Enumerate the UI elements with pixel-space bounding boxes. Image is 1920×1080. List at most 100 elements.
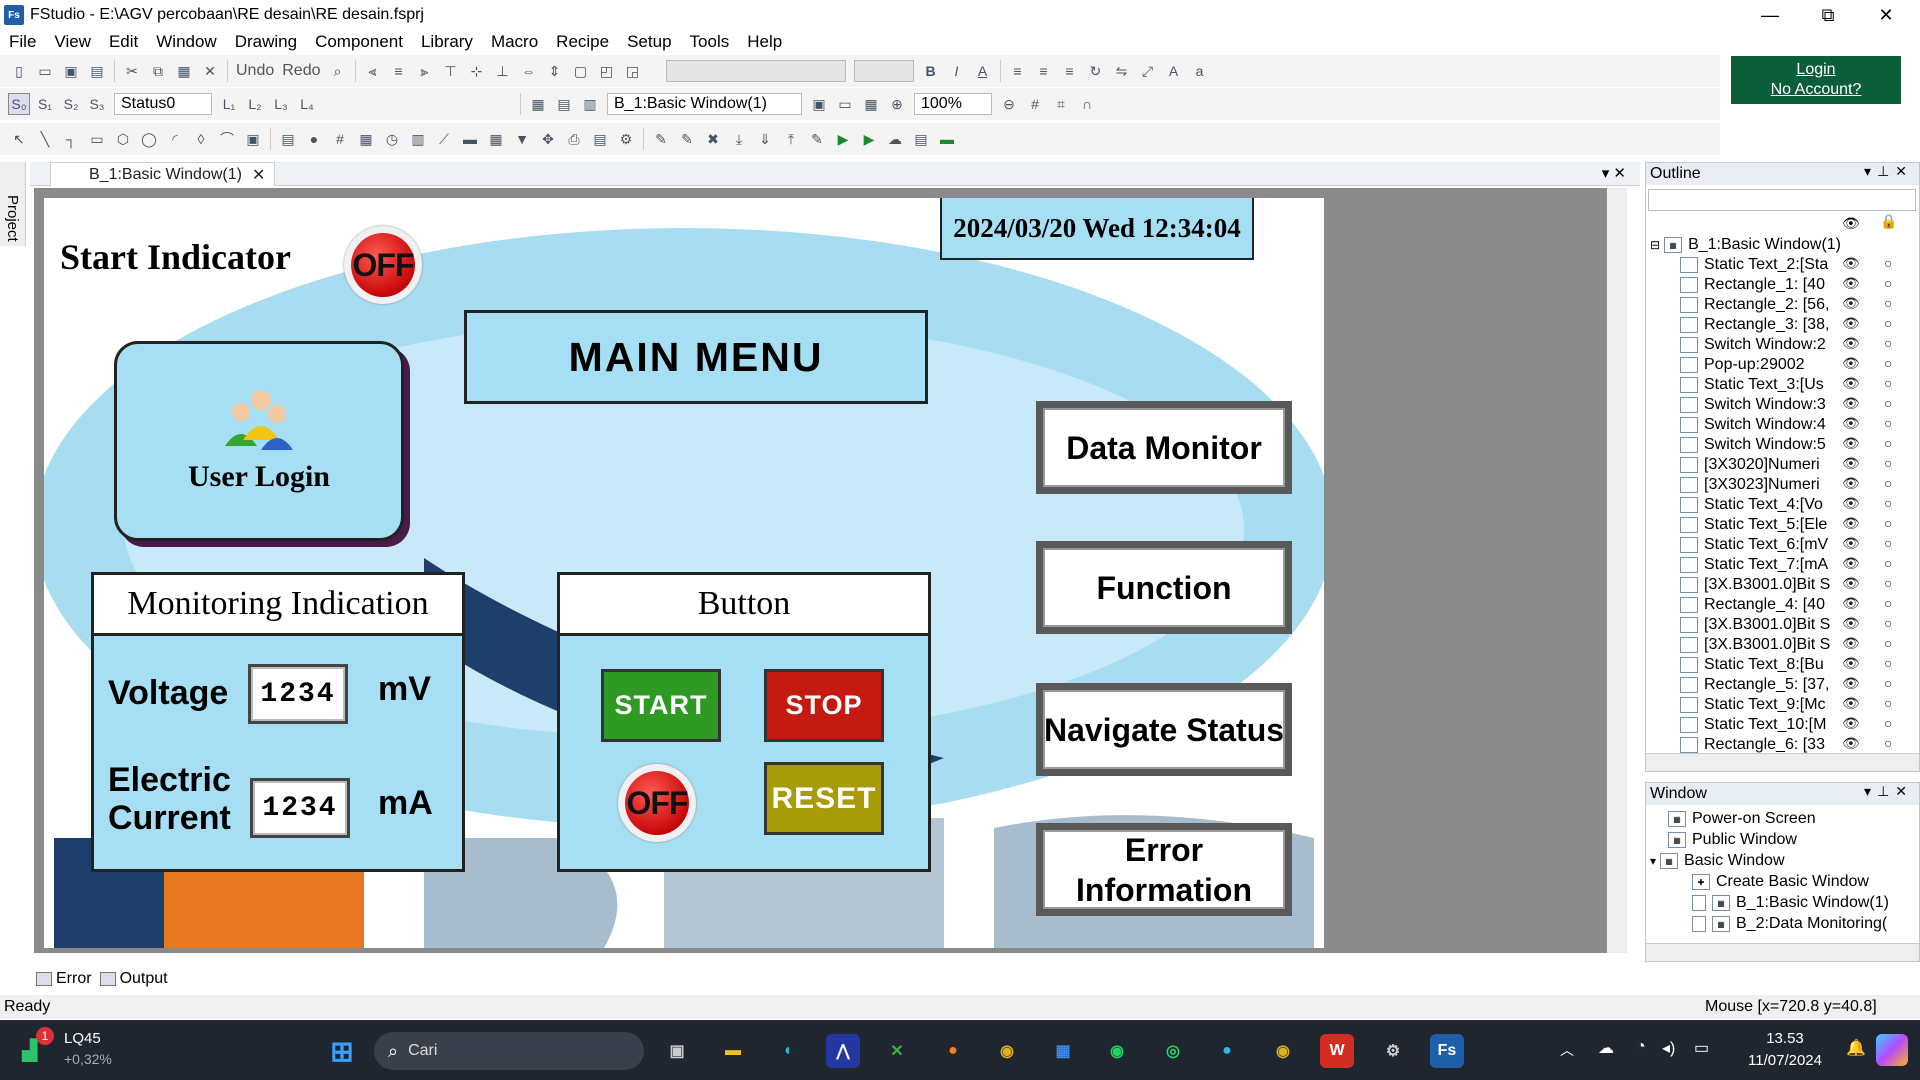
visibility-eye-icon[interactable]: 👁	[1842, 475, 1860, 492]
visibility-eye-icon[interactable]: 👁	[1842, 555, 1860, 572]
state-s1-icon[interactable]: S₁	[34, 93, 56, 115]
clock-icon[interactable]: ◷	[381, 128, 403, 150]
collapse-icon[interactable]: ⊟	[1650, 238, 1660, 252]
table-icon[interactable]: ▦	[485, 128, 507, 150]
align-right-icon[interactable]: ⫸	[414, 60, 436, 82]
visibility-eye-icon[interactable]: 👁	[1842, 455, 1860, 472]
window-tree-item[interactable]: ▦ B_2:Data Monitoring(	[1692, 914, 1887, 934]
window-combo[interactable]: B_1:Basic Window(1)	[607, 93, 802, 115]
paste-icon[interactable]: ▦	[173, 60, 195, 82]
menu-edit[interactable]: Edit	[100, 32, 147, 52]
tab-basic-window-1[interactable]: B_1:Basic Window(1) ✕	[50, 162, 275, 186]
text-align-left-icon[interactable]: ≡	[1007, 60, 1029, 82]
text-align-center-icon[interactable]: ≡	[1033, 60, 1055, 82]
lock-toggle-icon[interactable]: ○	[1884, 555, 1900, 571]
outline-filter-input[interactable]	[1648, 189, 1916, 211]
align-middle-icon[interactable]: ⊹	[466, 60, 488, 82]
visibility-eye-icon[interactable]: 👁	[1842, 355, 1860, 372]
group-icon[interactable]: ▢	[570, 60, 592, 82]
italic-icon[interactable]: I	[946, 60, 968, 82]
visibility-eye-icon[interactable]: 👁	[1842, 275, 1860, 292]
outline-item[interactable]: Static Text_9:[Mc	[1680, 695, 1840, 715]
lock-toggle-icon[interactable]: ○	[1884, 395, 1900, 411]
lock-toggle-icon[interactable]: ○	[1884, 635, 1900, 651]
resize-icon[interactable]: ⤢	[1137, 60, 1159, 82]
lock-toggle-icon[interactable]: ○	[1884, 455, 1900, 471]
lock-toggle-icon[interactable]: ○	[1884, 595, 1900, 611]
lock-toggle-icon[interactable]: ○	[1884, 695, 1900, 711]
outline-item[interactable]: Static Text_3:[Us	[1680, 375, 1840, 395]
magnet-icon[interactable]: ∩	[1076, 93, 1098, 115]
outline-item[interactable]: Static Text_10:[M	[1680, 715, 1840, 735]
visibility-eye-icon[interactable]: 👁	[1842, 615, 1860, 632]
offline-sim-icon[interactable]: ▶	[832, 128, 854, 150]
lock-toggle-icon[interactable]: ○	[1884, 715, 1900, 731]
align-center-icon[interactable]: ≡	[388, 60, 410, 82]
visual-studio-icon[interactable]: ⋀	[826, 1034, 860, 1068]
window-panel-scrollbar[interactable]	[1646, 943, 1919, 961]
lock-toggle-icon[interactable]: ○	[1884, 655, 1900, 671]
online-sim-icon[interactable]: ▶	[858, 128, 880, 150]
window-tree-item[interactable]: ▦ Public Window	[1668, 830, 1797, 850]
clock-date[interactable]: 11/07/2024	[1735, 1052, 1835, 1069]
outline-item[interactable]: Switch Window:2	[1680, 335, 1840, 355]
outline-item[interactable]: Pop-up:29002	[1680, 355, 1840, 375]
font-color-icon[interactable]: A	[972, 60, 994, 82]
lock-toggle-icon[interactable]: ○	[1884, 615, 1900, 631]
error-information-button[interactable]: Error Information	[1036, 823, 1292, 916]
font-combo[interactable]	[665, 60, 846, 82]
lock-toggle-icon[interactable]: ○	[1884, 415, 1900, 431]
visibility-eye-icon[interactable]: 👁	[1842, 295, 1860, 312]
bold-icon[interactable]: B	[920, 60, 942, 82]
window-tree-item[interactable]: ▾ ▦ Basic Window	[1650, 851, 1785, 871]
csv-icon[interactable]: ▤	[910, 128, 932, 150]
wifi-icon[interactable]: ◔	[1636, 1038, 1646, 1056]
snap-icon[interactable]: ⌗	[1050, 93, 1072, 115]
lock-toggle-icon[interactable]: ○	[1884, 515, 1900, 531]
outline-item[interactable]: Rectangle_2: [56,	[1680, 295, 1840, 315]
lock-toggle-icon[interactable]: ○	[1884, 435, 1900, 451]
minimize-button[interactable]: —	[1742, 0, 1798, 30]
find-icon[interactable]: ⌕	[327, 60, 349, 82]
flip-icon[interactable]: ⇋	[1111, 60, 1133, 82]
visibility-eye-icon[interactable]: 👁	[1842, 535, 1860, 552]
bring-front-icon[interactable]: ◰	[596, 60, 618, 82]
menu-drawing[interactable]: Drawing	[226, 32, 306, 52]
outline-item[interactable]: Static Text_8:[Bu	[1680, 655, 1840, 675]
onedrive-icon[interactable]: ☁	[1598, 1038, 1614, 1058]
windows-start-icon[interactable]: ⊞	[325, 1034, 359, 1068]
visibility-eye-icon[interactable]: 👁	[1842, 635, 1860, 652]
lock-toggle-icon[interactable]: ○	[1884, 315, 1900, 331]
panel-controls-icon[interactable]: ▾⊥✕	[1864, 783, 1913, 800]
no-account-link[interactable]: No Account?	[1731, 80, 1901, 100]
output-tab[interactable]: Output	[99, 970, 168, 988]
font-smaller-icon[interactable]: a	[1189, 60, 1211, 82]
outline-item[interactable]: Static Text_5:[Ele	[1680, 515, 1840, 535]
visibility-eye-icon[interactable]: 👁	[1842, 715, 1860, 732]
zoom-in-icon[interactable]: ⊕	[886, 93, 908, 115]
close-window-button[interactable]: ✕	[1858, 0, 1914, 30]
visibility-eye-icon[interactable]: 👁	[1842, 375, 1860, 392]
battery-icon[interactable]: ▬	[936, 128, 958, 150]
redo-button[interactable]: Redo	[282, 62, 320, 80]
reset-button[interactable]: RESET	[764, 762, 884, 835]
project-side-tab[interactable]: Project	[0, 162, 26, 246]
copilot-icon[interactable]	[1876, 1034, 1908, 1066]
lock-toggle-icon[interactable]: ○	[1884, 355, 1900, 371]
visibility-eye-icon[interactable]: 👁	[1842, 255, 1860, 272]
lock-toggle-icon[interactable]: ○	[1884, 575, 1900, 591]
navigate-status-button[interactable]: Navigate Status	[1036, 683, 1292, 776]
function-button[interactable]: Function	[1036, 541, 1292, 634]
polygon-tool-icon[interactable]: ⬡	[112, 128, 134, 150]
font-larger-icon[interactable]: A	[1163, 60, 1185, 82]
visibility-eye-icon[interactable]: 👁	[1842, 315, 1860, 332]
chrome-profile-icon[interactable]: ◉	[1266, 1034, 1300, 1068]
lock-toggle-icon[interactable]: ○	[1884, 735, 1900, 751]
visibility-eye-icon[interactable]: 👁	[1842, 675, 1860, 692]
xbox-icon[interactable]: ✕	[880, 1034, 914, 1068]
same-width-icon[interactable]: ⇔	[518, 60, 540, 82]
lock-toggle-icon[interactable]: ○	[1884, 295, 1900, 311]
screen-grid-icon[interactable]: ▦	[860, 93, 882, 115]
text-align-right-icon[interactable]: ≡	[1059, 60, 1081, 82]
store-icon[interactable]: ▦	[1046, 1034, 1080, 1068]
